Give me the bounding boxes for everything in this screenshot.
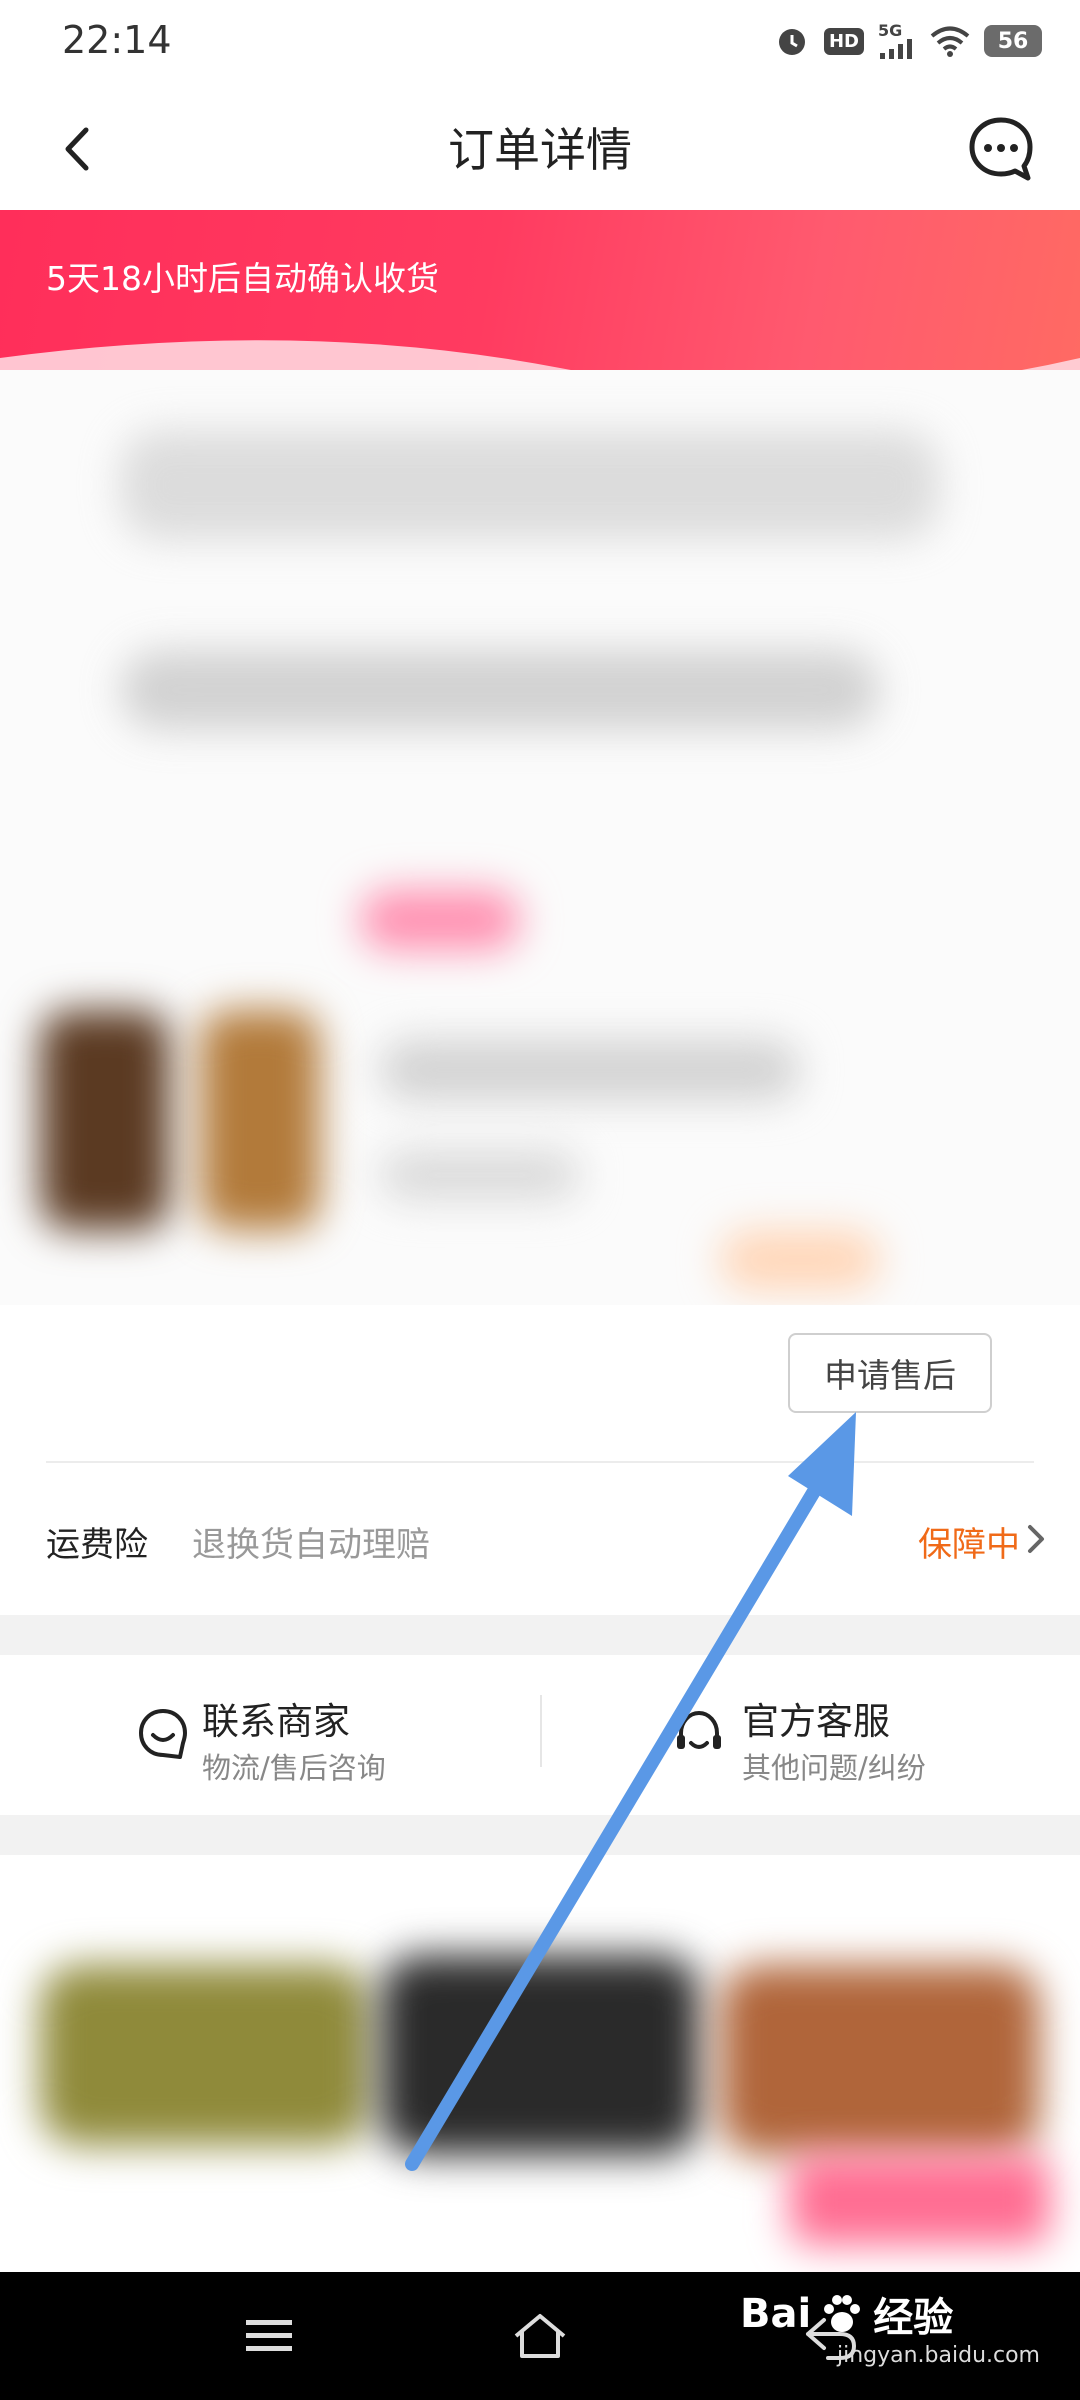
wifi-icon [930,25,970,57]
blurred-reco-tag [790,2155,1050,2245]
status-bar: 22:14 HD 5G 56 [0,0,1080,84]
shipping-insurance-label: 运费险 [46,1525,148,1565]
blurred-reco-3 [720,1965,1040,2155]
alarm-icon [774,23,810,59]
blurred-reco-2 [380,1955,700,2155]
order-card-footer: 申请售后 运费险 退换货自动理赔 保障中 [0,1305,1080,1615]
battery-icon: 56 [984,25,1042,57]
hd-icon: HD [823,27,864,55]
contact-official-title: 官方客服 [742,1700,890,1743]
contact-official[interactable]: 官方客服 其他问题/纠纷 [672,1691,1052,1785]
shipping-insurance-status[interactable]: 保障中 [918,1517,1020,1566]
baidu-watermark: Bai 经验 jingyan.baidu.com [740,2285,1040,2385]
watermark-brand: Bai [740,2291,812,2337]
blurred-tag [360,890,520,950]
status-time: 22:14 [62,18,172,62]
blurred-recommendations [0,1855,1080,2275]
blurred-badge [720,1230,880,1290]
order-status-banner: 5天18小时后自动确认收货 [0,210,1080,380]
chat-button[interactable] [966,114,1036,184]
menu-icon[interactable] [244,2316,294,2356]
blurred-product-image-1 [40,1010,170,1230]
shipping-insurance-desc: 退换货自动理赔 [192,1525,430,1565]
blurred-product-image-2 [200,1010,320,1230]
chat-smile-icon [139,1709,187,1759]
status-icons: HD 5G 56 [774,18,1042,64]
paw-icon [824,2295,861,2332]
blurred-details [120,650,880,730]
contact-merchant[interactable]: 联系商家 物流/售后咨询 [136,1691,516,1785]
watermark-suffix: 经验 [873,2295,954,2341]
blurred-reco-1 [40,1965,370,2145]
after-sale-button[interactable]: 申请售后 [788,1333,992,1413]
chat-bubble-icon [969,117,1033,181]
watermark-url: jingyan.baidu.com [836,2343,1040,2368]
contact-official-subtitle: 其他问题/纠纷 [742,1751,926,1785]
nav-bar: 订单详情 [0,84,1080,210]
divider [46,1461,1034,1463]
chevron-right-icon[interactable] [1022,1519,1052,1559]
blurred-order-info [0,370,1080,1320]
blurred-product-spec [380,1150,580,1200]
page-title: 订单详情 [448,123,632,177]
contact-merchant-title: 联系商家 [202,1700,350,1743]
headset-icon [677,1710,721,1749]
contact-divider [540,1695,542,1767]
home-icon[interactable] [510,2310,570,2362]
5g-signal-icon: 5G [878,23,916,59]
contact-row: 联系商家 物流/售后咨询 官方客服 其他问题/纠纷 [0,1655,1080,1815]
blurred-address [120,430,940,540]
blurred-product-title [380,1040,800,1100]
contact-merchant-subtitle: 物流/售后咨询 [202,1751,386,1785]
auto-confirm-text: 5天18小时后自动确认收货 [46,259,439,298]
